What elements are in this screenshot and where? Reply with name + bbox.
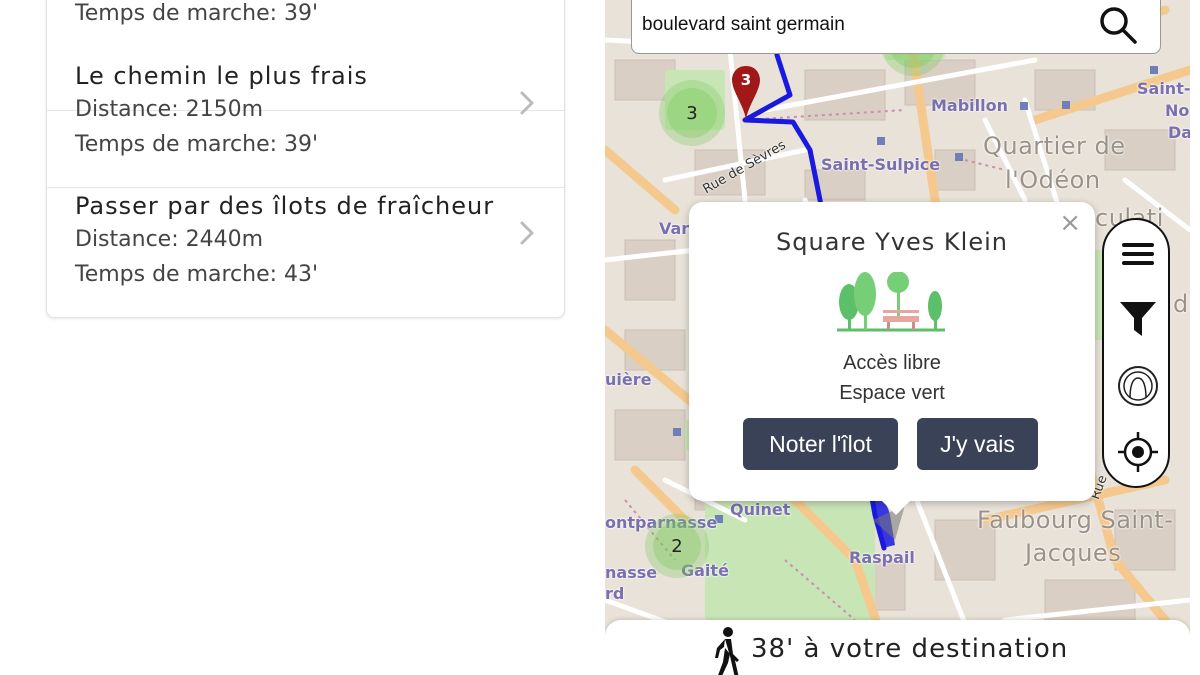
map-label-dis: dis [1173,290,1190,318]
route-time: Temps de marche: 43' [75,262,319,287]
popup-title: Square Yves Klein [776,228,1008,256]
search-icon[interactable] [1098,5,1138,45]
route-time: Temps de marche: 39' [75,132,319,157]
map-label-quinet: Quinet [730,500,791,519]
map-label-da: Da [1168,123,1190,142]
map-label-saint-sulpice: Saint-Sulpice [821,155,941,174]
map-label-mabillon: Mabillon [931,96,1009,115]
locate-icon[interactable] [1116,430,1160,474]
popup-type: Espace vert [839,382,945,404]
park-icon [837,272,945,332]
cluster-marker[interactable]: 3 [667,88,717,138]
route-time: Temps de marche: 39' [75,1,319,26]
filter-icon[interactable] [1116,296,1160,340]
map-label-rd: rd [605,584,625,603]
route-distance: Distance: 2440m [75,227,264,252]
map-label-jacques: Jacques [1025,539,1122,567]
route-title: Le chemin le plus frais [75,62,368,90]
cluster-marker[interactable]: 2 [653,522,701,570]
walking-person-icon [715,627,739,675]
route-option-coolest[interactable]: Le chemin le plus frais Distance: 2150m … [47,58,564,188]
route-option-cool-islands[interactable]: Passer par des îlots de fraîcheur Distan… [47,188,564,318]
pin-count: 3 [740,71,752,89]
map-label-faubourg: Faubourg Saint- [977,506,1174,534]
menu-icon[interactable] [1116,232,1160,276]
destination-time: 38' à votre destination [751,634,1069,664]
map-label-uiere: uière [605,370,652,389]
map-label-saint: Saint- [1137,79,1190,98]
popup-tail [880,499,912,515]
go-button[interactable]: J'y vais [917,418,1038,470]
chevron-right-icon [520,221,534,245]
map-label-nasse: nasse [605,563,658,582]
route-title: Passer par des îlots de fraîcheur [75,192,495,220]
route-list: Temps de marche: 39' Le chemin le plus f… [46,0,565,318]
map-label-quartier: Quartier de [983,132,1126,160]
map-toolbar [1102,218,1170,488]
route-distance: Distance: 2150m [75,97,264,122]
search-bar [631,0,1161,54]
map-view[interactable]: Mabillon Saint-Sulpice Quartier de l'Odé… [605,0,1190,675]
chevron-right-icon [520,91,534,115]
search-input[interactable] [642,5,1082,45]
profile-icon[interactable] [1116,364,1160,408]
map-label-var: Var [659,219,690,238]
popup-access: Accès libre [843,352,941,374]
map-label-raspail: Raspail [849,548,915,567]
destination-bar[interactable]: 38' à votre destination [605,620,1190,675]
place-popup: × Square Yves Klein Accès libre Espace v… [689,202,1095,515]
map-label-no: No [1165,101,1190,120]
rate-button[interactable]: Noter l'îlot [743,418,898,470]
map-label-odeon: l'Odéon [1005,166,1101,194]
